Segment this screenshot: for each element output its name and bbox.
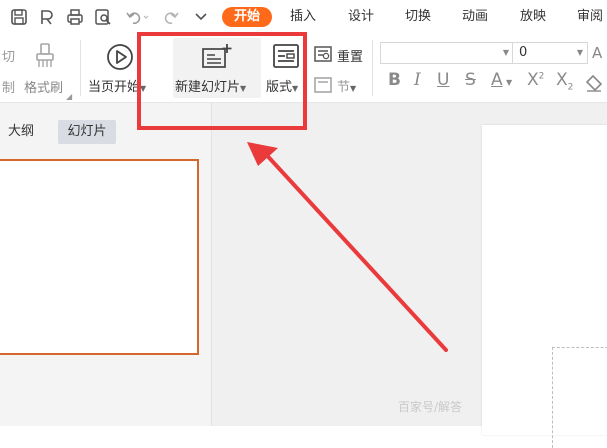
increase-font-size-icon[interactable]: A: [592, 44, 602, 62]
highlight-box: [137, 32, 307, 130]
text-placeholder[interactable]: [552, 347, 607, 448]
play-icon[interactable]: [106, 43, 134, 71]
font-name-select[interactable]: ▼: [380, 42, 514, 64]
font-size-select[interactable]: 0 ▼: [512, 42, 588, 64]
cut-button[interactable]: 切: [2, 46, 15, 65]
print-preview-icon[interactable]: [92, 6, 114, 28]
title-tab-bar: 开始 插入 设计 切换 动画 放映 审阅: [0, 0, 607, 34]
underline-icon[interactable]: U: [437, 70, 449, 90]
chevron-down-icon[interactable]: ▼: [506, 78, 512, 87]
clipboard-launcher-icon[interactable]: ◢: [66, 92, 72, 101]
slide-editing-canvas: [212, 103, 607, 448]
tab-animation[interactable]: 动画: [462, 7, 488, 27]
current-slide[interactable]: [482, 125, 607, 448]
section-icon: [314, 77, 332, 93]
tab-slides[interactable]: 幻灯片: [58, 120, 116, 144]
font-color-icon[interactable]: A: [491, 70, 503, 90]
italic-icon[interactable]: I: [414, 70, 421, 90]
undo-icon[interactable]: [122, 6, 152, 28]
reset-icon: [314, 46, 332, 62]
bold-icon[interactable]: B: [388, 70, 401, 90]
play-from-current-label: 当页开始: [88, 80, 141, 95]
brush-icon: [36, 43, 54, 67]
ribbon-separator: [372, 40, 373, 96]
tab-start[interactable]: 开始: [222, 7, 272, 27]
paste-button[interactable]: 制: [2, 77, 15, 96]
format-painter-button[interactable]: 格式刷: [24, 77, 63, 96]
chevron-down-icon: ▼: [502, 48, 509, 57]
superscript-icon[interactable]: X2: [527, 70, 544, 90]
slide-navigation-panel: 大纲 幻灯片: [0, 103, 212, 426]
subscript-icon[interactable]: X2: [556, 70, 573, 92]
chevron-down-icon: ▼: [576, 48, 583, 57]
strikethrough-icon[interactable]: S: [465, 70, 476, 90]
export-pdf-icon[interactable]: [36, 6, 58, 28]
tab-insert[interactable]: 插入: [290, 7, 316, 27]
reset-button[interactable]: 重置: [337, 46, 363, 65]
redo-icon[interactable]: [160, 6, 182, 28]
watermark: 百家号/解答: [398, 400, 463, 414]
section-button[interactable]: 节▼: [337, 76, 356, 95]
tab-transition[interactable]: 切换: [405, 7, 431, 27]
tab-slideshow[interactable]: 放映: [520, 7, 546, 27]
print-icon[interactable]: [64, 6, 86, 28]
tab-design[interactable]: 设计: [348, 7, 374, 27]
ribbon-separator: [80, 40, 81, 96]
tab-outline[interactable]: 大纲: [8, 120, 34, 144]
tab-review[interactable]: 审阅: [577, 7, 603, 27]
clear-formatting-icon[interactable]: [584, 74, 604, 92]
chevron-down-icon: ▼: [350, 84, 357, 93]
save-icon[interactable]: [8, 6, 30, 28]
customize-toolbar-icon[interactable]: [190, 6, 212, 28]
slide-thumbnail[interactable]: [0, 159, 199, 355]
